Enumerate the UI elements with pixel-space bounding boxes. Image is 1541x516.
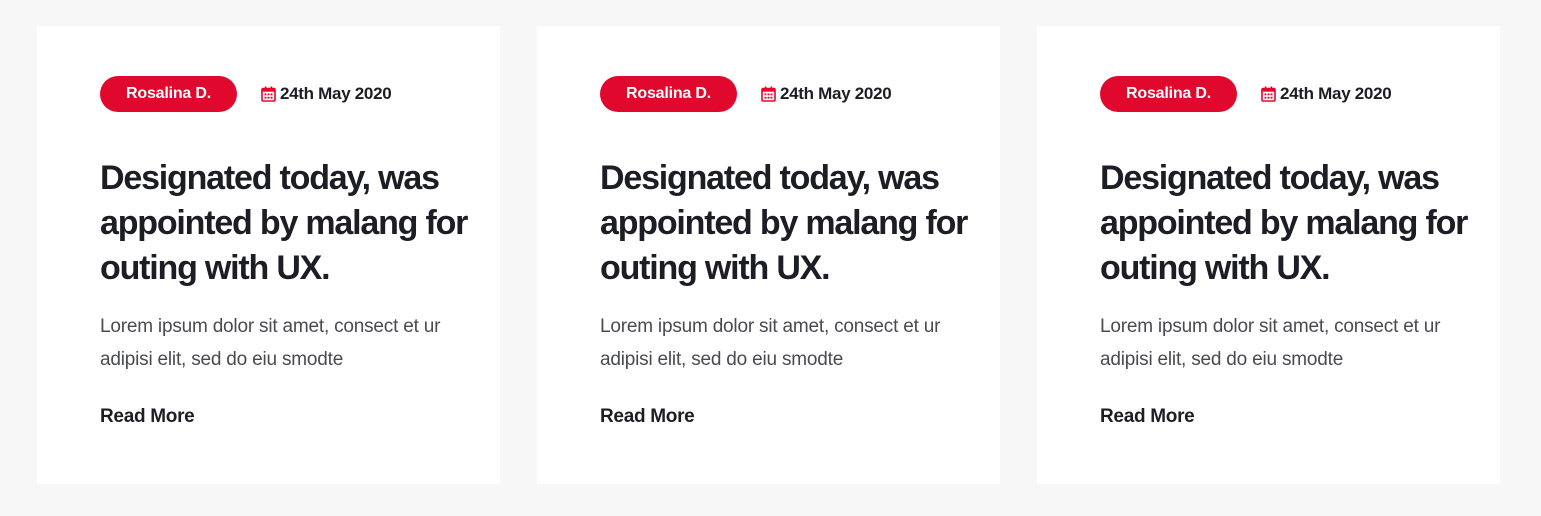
post-title[interactable]: Designated today, was appointed by malan… xyxy=(100,156,470,291)
post-excerpt: Lorem ipsum dolor sit amet, consect et u… xyxy=(100,316,441,370)
read-more-link[interactable]: Read More xyxy=(1100,406,1195,428)
post-date-text: 24th May 2020 xyxy=(280,84,392,103)
post-date: 24th May 2020 xyxy=(761,84,892,104)
author-badge[interactable]: Rosalina D. xyxy=(600,76,737,112)
calendar-icon xyxy=(761,86,776,102)
post-date-text: 24th May 2020 xyxy=(1280,84,1392,103)
post-excerpt: Lorem ipsum dolor sit amet, consect et u… xyxy=(1100,316,1441,370)
blog-card: Rosalina D. 24th May 2020 Designated tod… xyxy=(37,26,500,484)
author-badge[interactable]: Rosalina D. xyxy=(1100,76,1237,112)
blog-card: Rosalina D. 24th May 2020 Designated tod… xyxy=(537,26,1000,484)
read-more-link[interactable]: Read More xyxy=(100,406,195,428)
post-title[interactable]: Designated today, was appointed by malan… xyxy=(1100,156,1470,291)
post-date: 24th May 2020 xyxy=(261,84,392,104)
post-date: 24th May 2020 xyxy=(1261,84,1392,104)
post-meta: Rosalina D. 24th May 2020 xyxy=(1100,76,1460,112)
author-badge[interactable]: Rosalina D. xyxy=(100,76,237,112)
calendar-icon xyxy=(1261,86,1276,102)
read-more-link[interactable]: Read More xyxy=(600,406,695,428)
calendar-icon xyxy=(261,86,276,102)
post-date-text: 24th May 2020 xyxy=(780,84,892,103)
post-meta: Rosalina D. 24th May 2020 xyxy=(100,76,460,112)
blog-card: Rosalina D. 24th May 2020 Designated tod… xyxy=(1037,26,1500,484)
post-excerpt: Lorem ipsum dolor sit amet, consect et u… xyxy=(600,316,941,370)
post-title[interactable]: Designated today, was appointed by malan… xyxy=(600,156,970,291)
post-meta: Rosalina D. 24th May 2020 xyxy=(600,76,960,112)
blog-card-list: Rosalina D. 24th May 2020 Designated tod… xyxy=(37,26,1500,484)
